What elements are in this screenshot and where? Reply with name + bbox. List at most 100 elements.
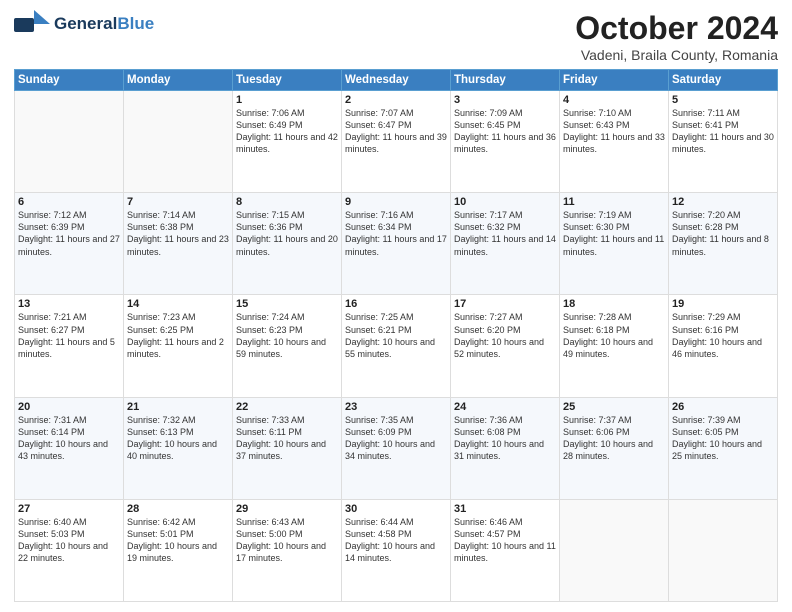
day-number: 23 xyxy=(345,401,447,413)
calendar-cell: 27Sunrise: 6:40 AMSunset: 5:03 PMDayligh… xyxy=(15,499,124,601)
day-number: 24 xyxy=(454,401,556,413)
day-number: 27 xyxy=(18,503,120,515)
calendar-cell: 1Sunrise: 7:06 AMSunset: 6:49 PMDaylight… xyxy=(233,91,342,193)
day-info: Sunrise: 7:33 AMSunset: 6:11 PMDaylight:… xyxy=(236,414,338,463)
day-info: Sunrise: 7:17 AMSunset: 6:32 PMDaylight:… xyxy=(454,209,556,258)
calendar-cell xyxy=(669,499,778,601)
calendar-cell xyxy=(560,499,669,601)
day-info: Sunrise: 7:19 AMSunset: 6:30 PMDaylight:… xyxy=(563,209,665,258)
page-title: October 2024 xyxy=(575,10,778,47)
day-info: Sunrise: 6:44 AMSunset: 4:58 PMDaylight:… xyxy=(345,516,447,565)
day-info: Sunrise: 7:06 AMSunset: 6:49 PMDaylight:… xyxy=(236,107,338,156)
calendar-cell: 7Sunrise: 7:14 AMSunset: 6:38 PMDaylight… xyxy=(124,193,233,295)
day-number: 19 xyxy=(672,298,774,310)
day-info: Sunrise: 6:40 AMSunset: 5:03 PMDaylight:… xyxy=(18,516,120,565)
day-number: 14 xyxy=(127,298,229,310)
calendar-cell: 8Sunrise: 7:15 AMSunset: 6:36 PMDaylight… xyxy=(233,193,342,295)
day-number: 18 xyxy=(563,298,665,310)
day-number: 6 xyxy=(18,196,120,208)
day-info: Sunrise: 6:46 AMSunset: 4:57 PMDaylight:… xyxy=(454,516,556,565)
day-info: Sunrise: 6:42 AMSunset: 5:01 PMDaylight:… xyxy=(127,516,229,565)
calendar-cell: 23Sunrise: 7:35 AMSunset: 6:09 PMDayligh… xyxy=(342,397,451,499)
day-info: Sunrise: 7:23 AMSunset: 6:25 PMDaylight:… xyxy=(127,311,229,360)
calendar-cell: 25Sunrise: 7:37 AMSunset: 6:06 PMDayligh… xyxy=(560,397,669,499)
logo-title: GeneralBlue xyxy=(54,15,154,34)
day-number: 30 xyxy=(345,503,447,515)
day-number: 2 xyxy=(345,94,447,106)
day-info: Sunrise: 7:20 AMSunset: 6:28 PMDaylight:… xyxy=(672,209,774,258)
day-info: Sunrise: 7:12 AMSunset: 6:39 PMDaylight:… xyxy=(18,209,120,258)
calendar-cell: 17Sunrise: 7:27 AMSunset: 6:20 PMDayligh… xyxy=(451,295,560,397)
day-info: Sunrise: 7:32 AMSunset: 6:13 PMDaylight:… xyxy=(127,414,229,463)
page-subtitle: Vadeni, Braila County, Romania xyxy=(575,47,778,63)
calendar-cell: 21Sunrise: 7:32 AMSunset: 6:13 PMDayligh… xyxy=(124,397,233,499)
calendar-cell: 3Sunrise: 7:09 AMSunset: 6:45 PMDaylight… xyxy=(451,91,560,193)
day-number: 21 xyxy=(127,401,229,413)
calendar-header-friday: Friday xyxy=(560,70,669,91)
calendar-cell: 29Sunrise: 6:43 AMSunset: 5:00 PMDayligh… xyxy=(233,499,342,601)
day-number: 29 xyxy=(236,503,338,515)
day-number: 5 xyxy=(672,94,774,106)
calendar-header-wednesday: Wednesday xyxy=(342,70,451,91)
day-info: Sunrise: 7:27 AMSunset: 6:20 PMDaylight:… xyxy=(454,311,556,360)
calendar-week-3: 13Sunrise: 7:21 AMSunset: 6:27 PMDayligh… xyxy=(15,295,778,397)
calendar-cell: 2Sunrise: 7:07 AMSunset: 6:47 PMDaylight… xyxy=(342,91,451,193)
day-info: Sunrise: 7:25 AMSunset: 6:21 PMDaylight:… xyxy=(345,311,447,360)
calendar-cell: 18Sunrise: 7:28 AMSunset: 6:18 PMDayligh… xyxy=(560,295,669,397)
day-info: Sunrise: 7:10 AMSunset: 6:43 PMDaylight:… xyxy=(563,107,665,156)
calendar-cell: 30Sunrise: 6:44 AMSunset: 4:58 PMDayligh… xyxy=(342,499,451,601)
day-number: 1 xyxy=(236,94,338,106)
calendar-cell: 31Sunrise: 6:46 AMSunset: 4:57 PMDayligh… xyxy=(451,499,560,601)
day-info: Sunrise: 7:14 AMSunset: 6:38 PMDaylight:… xyxy=(127,209,229,258)
day-number: 13 xyxy=(18,298,120,310)
calendar-cell: 22Sunrise: 7:33 AMSunset: 6:11 PMDayligh… xyxy=(233,397,342,499)
calendar-week-1: 1Sunrise: 7:06 AMSunset: 6:49 PMDaylight… xyxy=(15,91,778,193)
calendar-cell: 4Sunrise: 7:10 AMSunset: 6:43 PMDaylight… xyxy=(560,91,669,193)
header: GeneralBlue October 2024 Vadeni, Braila … xyxy=(14,10,778,63)
day-info: Sunrise: 7:11 AMSunset: 6:41 PMDaylight:… xyxy=(672,107,774,156)
day-number: 12 xyxy=(672,196,774,208)
day-info: Sunrise: 7:28 AMSunset: 6:18 PMDaylight:… xyxy=(563,311,665,360)
calendar-header-sunday: Sunday xyxy=(15,70,124,91)
day-number: 8 xyxy=(236,196,338,208)
day-info: Sunrise: 7:37 AMSunset: 6:06 PMDaylight:… xyxy=(563,414,665,463)
day-info: Sunrise: 7:36 AMSunset: 6:08 PMDaylight:… xyxy=(454,414,556,463)
day-number: 22 xyxy=(236,401,338,413)
calendar-cell: 13Sunrise: 7:21 AMSunset: 6:27 PMDayligh… xyxy=(15,295,124,397)
title-block: October 2024 Vadeni, Braila County, Roma… xyxy=(575,10,778,63)
calendar-cell: 24Sunrise: 7:36 AMSunset: 6:08 PMDayligh… xyxy=(451,397,560,499)
calendar-cell: 12Sunrise: 7:20 AMSunset: 6:28 PMDayligh… xyxy=(669,193,778,295)
calendar-cell: 9Sunrise: 7:16 AMSunset: 6:34 PMDaylight… xyxy=(342,193,451,295)
day-info: Sunrise: 7:16 AMSunset: 6:34 PMDaylight:… xyxy=(345,209,447,258)
calendar-cell: 6Sunrise: 7:12 AMSunset: 6:39 PMDaylight… xyxy=(15,193,124,295)
logo: GeneralBlue xyxy=(14,10,154,38)
calendar-cell xyxy=(15,91,124,193)
calendar-cell: 15Sunrise: 7:24 AMSunset: 6:23 PMDayligh… xyxy=(233,295,342,397)
logo-graphic xyxy=(14,10,50,38)
day-number: 10 xyxy=(454,196,556,208)
calendar-cell: 16Sunrise: 7:25 AMSunset: 6:21 PMDayligh… xyxy=(342,295,451,397)
day-number: 11 xyxy=(563,196,665,208)
calendar-week-4: 20Sunrise: 7:31 AMSunset: 6:14 PMDayligh… xyxy=(15,397,778,499)
day-info: Sunrise: 7:35 AMSunset: 6:09 PMDaylight:… xyxy=(345,414,447,463)
day-number: 3 xyxy=(454,94,556,106)
day-info: Sunrise: 7:07 AMSunset: 6:47 PMDaylight:… xyxy=(345,107,447,156)
day-info: Sunrise: 7:39 AMSunset: 6:05 PMDaylight:… xyxy=(672,414,774,463)
day-number: 9 xyxy=(345,196,447,208)
calendar-cell: 11Sunrise: 7:19 AMSunset: 6:30 PMDayligh… xyxy=(560,193,669,295)
calendar-week-2: 6Sunrise: 7:12 AMSunset: 6:39 PMDaylight… xyxy=(15,193,778,295)
calendar-week-5: 27Sunrise: 6:40 AMSunset: 5:03 PMDayligh… xyxy=(15,499,778,601)
day-number: 25 xyxy=(563,401,665,413)
day-info: Sunrise: 6:43 AMSunset: 5:00 PMDaylight:… xyxy=(236,516,338,565)
calendar-header-monday: Monday xyxy=(124,70,233,91)
calendar-cell: 10Sunrise: 7:17 AMSunset: 6:32 PMDayligh… xyxy=(451,193,560,295)
calendar-cell xyxy=(124,91,233,193)
calendar-header-thursday: Thursday xyxy=(451,70,560,91)
day-number: 26 xyxy=(672,401,774,413)
day-number: 31 xyxy=(454,503,556,515)
day-info: Sunrise: 7:15 AMSunset: 6:36 PMDaylight:… xyxy=(236,209,338,258)
day-info: Sunrise: 7:29 AMSunset: 6:16 PMDaylight:… xyxy=(672,311,774,360)
calendar-cell: 26Sunrise: 7:39 AMSunset: 6:05 PMDayligh… xyxy=(669,397,778,499)
day-info: Sunrise: 7:31 AMSunset: 6:14 PMDaylight:… xyxy=(18,414,120,463)
calendar-cell: 28Sunrise: 6:42 AMSunset: 5:01 PMDayligh… xyxy=(124,499,233,601)
